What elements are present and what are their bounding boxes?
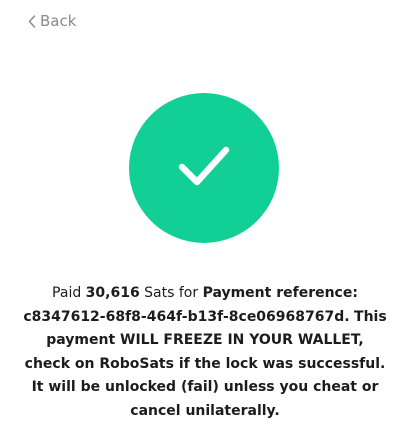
back-label: Back [40,12,77,30]
freeze-warning: This payment WILL FREEZE IN YOUR WALLET,… [24,308,387,419]
checkmark-icon [174,136,234,200]
payment-message: Paid 30,616 Sats for Payment reference: … [22,282,388,424]
paid-prefix: Paid [52,285,86,301]
paid-amount: 30,616 [85,285,140,301]
payment-reference-label: Payment reference: [202,285,358,301]
chevron-left-icon [28,14,36,28]
back-button[interactable]: Back [28,12,76,30]
payment-reference-id: c8347612-68f8-464f-b13f-8ce06968767d. [23,308,350,325]
sats-for-text: Sats for [139,285,203,301]
success-indicator [129,93,279,243]
